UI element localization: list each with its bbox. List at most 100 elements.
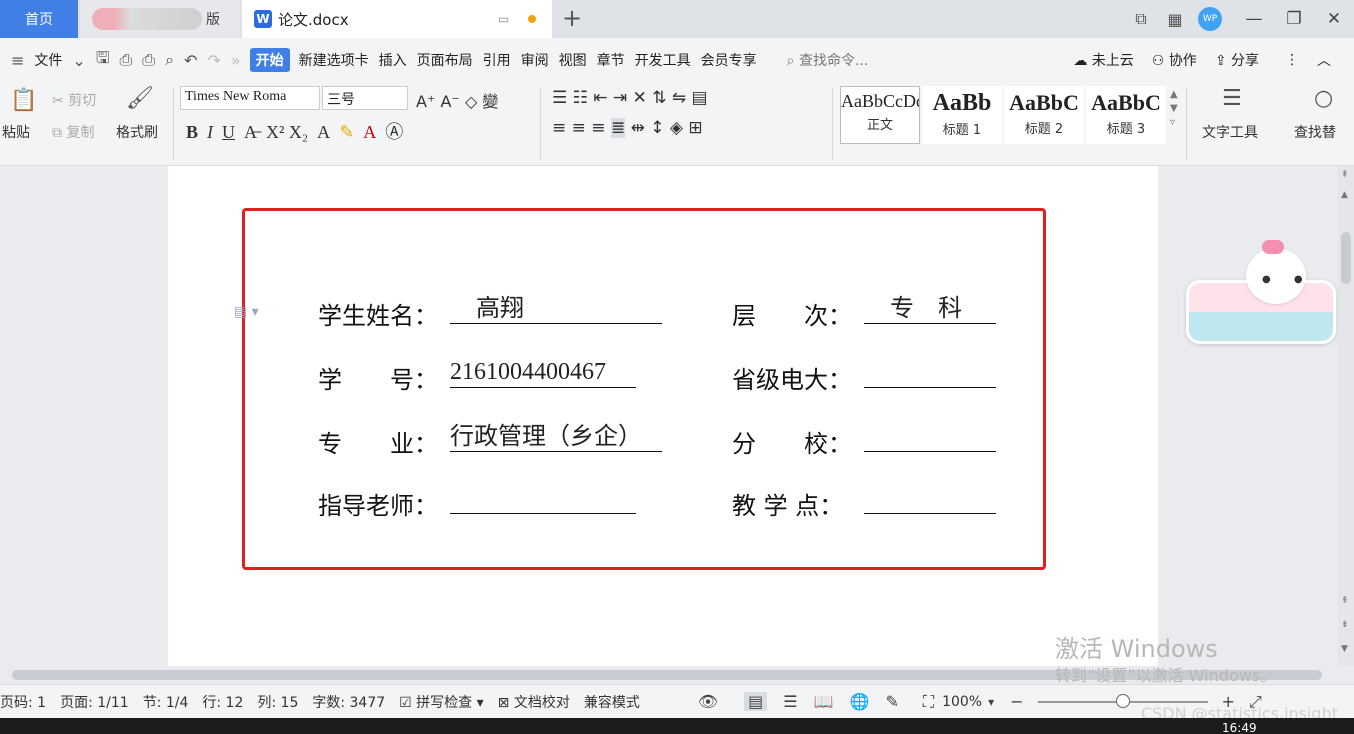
more-options-icon[interactable]: ⋮ xyxy=(1280,52,1304,68)
student-name-field[interactable]: 高翔 xyxy=(450,294,662,324)
paste-icon[interactable]: 📋 xyxy=(10,88,37,113)
student-id-field[interactable]: 2161004400467 xyxy=(450,358,636,388)
avatar[interactable]: WP xyxy=(1198,7,1222,31)
print-icon[interactable]: ⎙ xyxy=(137,50,160,70)
status-word-count[interactable]: 字数: 3477 xyxy=(312,692,385,712)
find-replace-button[interactable]: 查找替 xyxy=(1294,122,1336,142)
write-mode-icon[interactable]: ✎ xyxy=(885,692,898,711)
menu-chapter[interactable]: 章节 xyxy=(592,50,630,70)
outline-view-icon[interactable]: ☰ xyxy=(783,692,797,711)
tab-home[interactable]: 首页 xyxy=(0,0,78,38)
page-view-icon[interactable]: ▤ xyxy=(744,692,768,711)
monitor-icon[interactable]: ▭ xyxy=(498,12,509,26)
status-page-num[interactable]: 页码: 1 xyxy=(0,692,46,712)
copy-button[interactable]: ⧉ 复制 xyxy=(52,122,94,142)
format-painter-icon[interactable]: 🖌 xyxy=(126,86,154,111)
new-tab-button[interactable]: + xyxy=(562,4,582,32)
text-tools-button[interactable]: 文字工具 xyxy=(1202,122,1258,142)
font-format-icons[interactable]: B I U A̶ X² X₂ A ✎ A Ⓐ xyxy=(186,118,403,144)
provincial-label: 省级电大： xyxy=(732,366,852,394)
menu-file[interactable]: 文件 xyxy=(29,50,67,70)
menu-developer[interactable]: 开发工具 xyxy=(630,50,696,70)
font-size-select[interactable]: 三号 xyxy=(322,86,408,110)
close-button[interactable]: ✕ xyxy=(1314,9,1354,29)
status-row[interactable]: 行: 12 xyxy=(202,692,243,712)
level-field[interactable]: 专 科 xyxy=(864,294,996,324)
find-icon[interactable]: ○ xyxy=(1314,86,1333,111)
style-normal[interactable]: AaBbCcDd 正文 xyxy=(840,86,920,144)
eye-protection-icon[interactable]: 👁 xyxy=(698,692,718,711)
scroll-top-icon[interactable]: ⇞ xyxy=(1341,170,1349,180)
menu-references[interactable]: 引用 xyxy=(478,50,516,70)
minimize-button[interactable]: — xyxy=(1234,9,1274,29)
paste-button[interactable]: 粘贴 xyxy=(2,122,30,142)
tab-current-document[interactable]: W 论文.docx ▭ xyxy=(242,0,552,38)
zoom-dropdown-icon[interactable]: ▾ xyxy=(988,695,994,709)
spell-check-button[interactable]: ☑ 拼写检查 ▾ xyxy=(399,692,484,712)
format-painter-button[interactable]: 格式刷 xyxy=(116,122,158,142)
export-pdf-icon[interactable]: ⎙ xyxy=(114,50,137,70)
collapse-ribbon-icon[interactable]: ︿ xyxy=(1312,50,1336,70)
status-section[interactable]: 节: 1/4 xyxy=(143,692,189,712)
collaborate-button[interactable]: ⚇ 协作 xyxy=(1147,50,1202,70)
style-heading-3[interactable]: AaBbC 标题 3 xyxy=(1086,86,1166,144)
text-tools-icon[interactable]: ☰ xyxy=(1222,86,1242,111)
level-label: 层 次： xyxy=(732,302,852,330)
status-page[interactable]: 页面: 1/11 xyxy=(60,692,129,712)
document-workspace[interactable]: ▤ ▾ 学生姓名： 高翔 层 次： 专 科 学 号： 2161004400467… xyxy=(0,166,1338,666)
mascot-sticker-widget[interactable]: ● ● xyxy=(1186,240,1336,344)
style-heading-1[interactable]: AaBb 标题 1 xyxy=(922,86,1002,144)
vertical-scroll-thumb[interactable] xyxy=(1341,232,1351,284)
scroll-down-icon[interactable]: ▼ xyxy=(1341,644,1348,654)
menu-page-layout[interactable]: 页面布局 xyxy=(412,50,478,70)
tab-blurred-document[interactable]: 版 xyxy=(80,0,240,38)
advisor-field[interactable] xyxy=(450,484,636,514)
cut-button[interactable]: ✂ 剪切 xyxy=(52,90,96,110)
command-search-input[interactable]: ⌕ 查找命令... xyxy=(782,50,927,70)
menu-home[interactable]: 开始 xyxy=(249,48,290,72)
menu-new-tab[interactable]: 新建选项卡 xyxy=(294,50,374,70)
status-col[interactable]: 列: 15 xyxy=(257,692,298,712)
paragraph-align-icons[interactable]: ≡ ≡ ≡ ≣ ⇹ ↕ ◈ ⊞ xyxy=(552,118,703,138)
vertical-scrollbar[interactable]: ⇞ ▲ ⇞ ⇟ ▼ xyxy=(1338,166,1354,666)
share-button[interactable]: ⇪ 分享 xyxy=(1210,50,1264,70)
redo-icon[interactable]: ↷ xyxy=(202,51,225,70)
major-field[interactable]: 行政管理（乡企） xyxy=(450,422,662,452)
restore-button[interactable]: ❐ xyxy=(1274,9,1314,29)
branch-field[interactable] xyxy=(864,422,996,452)
scroll-up-icon[interactable]: ▲ xyxy=(1341,190,1348,200)
more-chevrons-icon[interactable]: » xyxy=(226,51,246,70)
provincial-field[interactable] xyxy=(864,358,996,388)
menu-view[interactable]: 视图 xyxy=(554,50,592,70)
scroll-next-page-icon[interactable]: ⇟ xyxy=(1341,620,1349,630)
page-layout-icon[interactable]: ⧉ xyxy=(1124,9,1158,29)
undo-icon[interactable]: ↶ xyxy=(179,51,202,70)
grid-apps-icon[interactable]: ▦ xyxy=(1158,10,1192,29)
reading-view-icon[interactable]: 📖 xyxy=(814,692,834,711)
style-heading-2[interactable]: AaBbC 标题 2 xyxy=(1004,86,1084,144)
teaching-point-field[interactable] xyxy=(864,484,996,514)
paragraph-anchor-icon[interactable]: ▤ ▾ xyxy=(234,304,259,320)
print-preview-icon[interactable]: ⌕ xyxy=(160,50,179,70)
styles-scroll-icon[interactable]: ▲ ▼ ▿ xyxy=(1170,88,1178,130)
font-name-select[interactable]: Times New Roma xyxy=(180,86,320,110)
menu-insert[interactable]: 插入 xyxy=(374,50,412,70)
chevron-down-icon[interactable]: ⌄ xyxy=(67,51,90,70)
hamburger-menu-icon[interactable]: ≡ xyxy=(6,51,29,70)
zoom-out-button[interactable]: − xyxy=(1010,692,1023,711)
zoom-slider[interactable] xyxy=(1037,693,1208,708)
paragraph-list-icons[interactable]: ☰ ☷ ⇤ ⇥ ✕ ⇅ ⇋ ▤ xyxy=(552,88,708,108)
fit-page-icon[interactable]: ⛶ xyxy=(923,692,934,712)
doc-proof-button[interactable]: ⊠ 文档校对 xyxy=(498,692,570,712)
scroll-prev-page-icon[interactable]: ⇞ xyxy=(1341,596,1349,606)
cloud-status[interactable]: ☁ 未上云 xyxy=(1068,50,1138,70)
style-heading-3-name: 标题 3 xyxy=(1106,122,1146,137)
zoom-level[interactable]: 100% xyxy=(942,694,982,710)
menu-member[interactable]: 会员专享 xyxy=(696,50,762,70)
save-icon[interactable]: 🖫 xyxy=(91,47,115,74)
menu-row: ≡ 文件 ⌄ 🖫 ⎙ ⎙ ⌕ ↶ ↷ » 开始 新建选项卡 插入 页面布局 引用… xyxy=(0,38,1354,82)
menu-review[interactable]: 审阅 xyxy=(516,50,554,70)
web-view-icon[interactable]: 🌐 xyxy=(850,692,870,711)
font-size-tools-icon[interactable]: A⁺ A⁻ ◇ 變 xyxy=(416,88,498,112)
zoom-slider-knob[interactable] xyxy=(1115,693,1130,708)
